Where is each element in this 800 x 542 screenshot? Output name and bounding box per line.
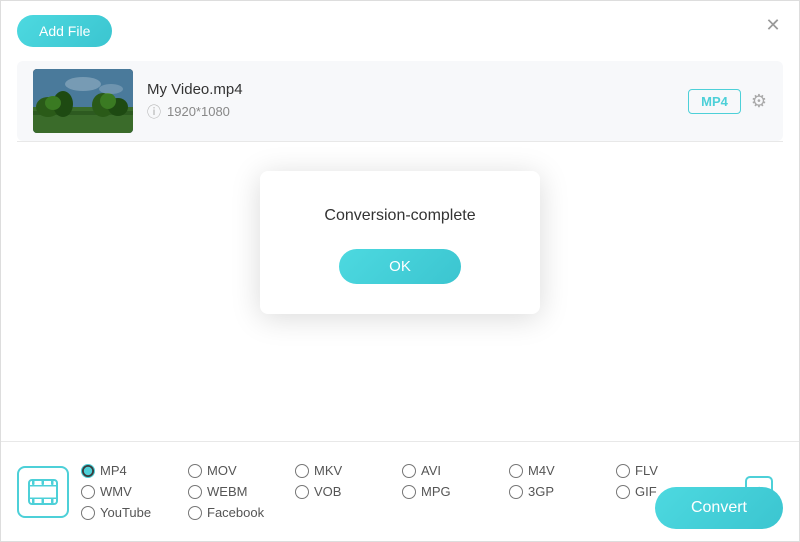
format-radio-wmv[interactable] [81,485,95,499]
dialog-box: Conversion-complete OK [260,171,540,314]
format-radio-facebook[interactable] [188,506,202,520]
format-radio-m4v[interactable] [509,464,523,478]
format-options: MP4 MOV MKV AVI M4V FLV WMV WEBM [81,455,723,528]
format-option-m4v[interactable]: M4V [509,463,616,478]
format-radio-avi[interactable] [402,464,416,478]
format-option-wmv[interactable]: WMV [81,484,188,499]
content-area: Conversion-complete OK [1,142,799,342]
convert-button[interactable]: Convert [655,487,783,529]
file-list-area: My Video.mp4 ⓘ 1920*1080 MP4 ⚙ [17,61,783,141]
info-icon: ⓘ [147,102,161,122]
format-option-youtube[interactable]: YouTube [81,505,188,520]
bottom-bar: MP4 MOV MKV AVI M4V FLV WMV WEBM [1,441,799,541]
format-option-mp4[interactable]: MP4 [81,463,188,478]
format-option-3gp[interactable]: 3GP [509,484,616,499]
format-option-webm[interactable]: WEBM [188,484,295,499]
format-radio-flv[interactable] [616,464,630,478]
format-option-mkv[interactable]: MKV [295,463,402,478]
format-radio-mp4[interactable] [81,464,95,478]
dialog-message: Conversion-complete [324,207,475,225]
format-radio-mpg[interactable] [402,485,416,499]
format-radio-vob[interactable] [295,485,309,499]
add-file-button[interactable]: Add File [17,15,112,47]
file-thumbnail [33,69,133,133]
file-info: My Video.mp4 ⓘ 1920*1080 [147,81,674,122]
file-meta: ⓘ 1920*1080 [147,102,674,122]
format-radio-youtube[interactable] [81,506,95,520]
format-radio-3gp[interactable] [509,485,523,499]
file-resolution: 1920*1080 [167,104,230,119]
format-badge[interactable]: MP4 [688,89,741,114]
format-radio-gif[interactable] [616,485,630,499]
dialog-overlay: Conversion-complete OK [1,142,799,342]
dialog-ok-button[interactable]: OK [339,249,461,284]
format-option-facebook[interactable]: Facebook [188,505,295,520]
close-button[interactable]: ✕ [763,15,783,35]
format-option-flv[interactable]: FLV [616,463,723,478]
format-radio-mkv[interactable] [295,464,309,478]
format-radio-mov[interactable] [188,464,202,478]
film-icon [27,476,59,508]
format-option-mpg[interactable]: MPG [402,484,509,499]
format-option-vob[interactable]: VOB [295,484,402,499]
title-bar: Add File ✕ [1,1,799,61]
format-option-mov[interactable]: MOV [188,463,295,478]
file-name: My Video.mp4 [147,81,674,98]
file-actions: MP4 ⚙ [688,89,767,114]
settings-button[interactable]: ⚙ [751,91,767,112]
format-option-avi[interactable]: AVI [402,463,509,478]
format-radio-webm[interactable] [188,485,202,499]
format-icon-box [17,466,69,518]
